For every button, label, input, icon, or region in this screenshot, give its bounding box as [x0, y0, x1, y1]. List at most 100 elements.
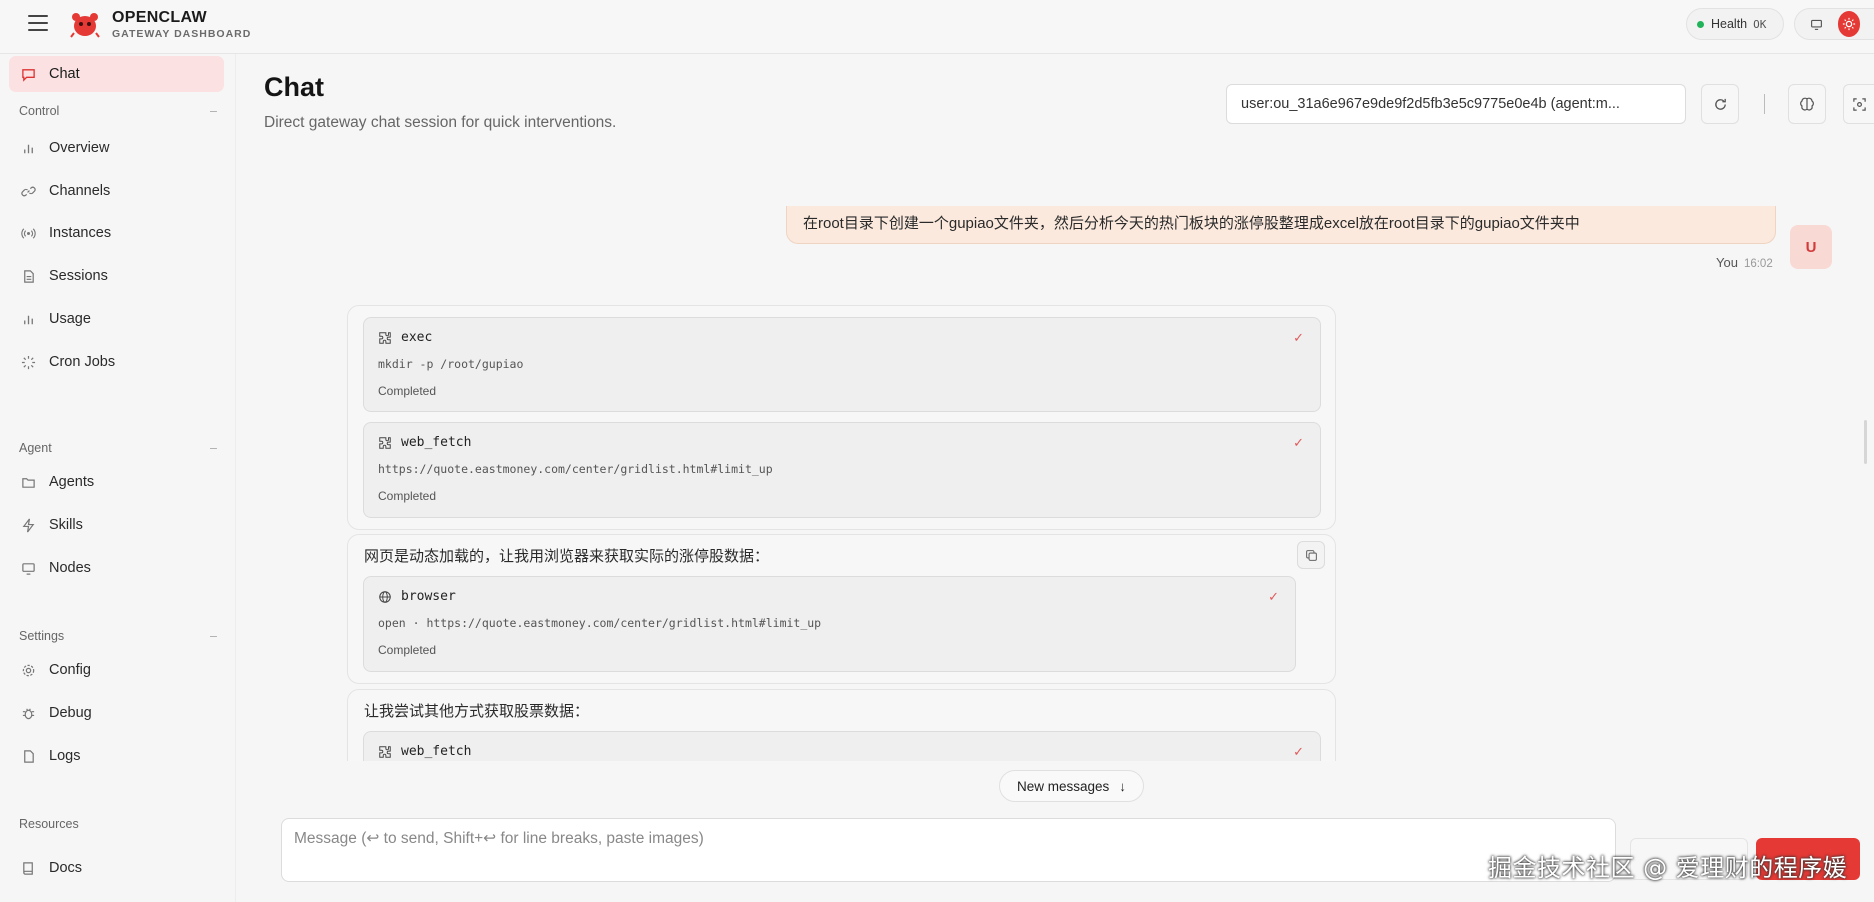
health-status-dot	[1697, 20, 1704, 28]
collapse-icon[interactable]: –	[210, 104, 217, 118]
section-heading: Settings	[19, 629, 65, 643]
sidebar-item-config[interactable]: Config	[9, 652, 224, 688]
brand-subtitle: GATEWAY DASHBOARD	[112, 28, 252, 40]
tool-call-header: web_fetch	[378, 435, 471, 450]
bug-icon	[20, 705, 36, 721]
thinking-toggle-button[interactable]	[1788, 84, 1826, 124]
moon-icon[interactable]	[1870, 11, 1874, 37]
sidebar-item-cron-jobs[interactable]: Cron Jobs	[9, 344, 224, 380]
tool-call-card[interactable]: browser ✓ open · https://quote.eastmoney…	[363, 576, 1296, 672]
tool-detail: mkdir -p /root/gupiao	[378, 357, 524, 371]
user-message-bubble: 在root目录下创建一个gupiao文件夹，然后分析今天的热门板块的涨停股整理成…	[786, 206, 1776, 244]
sidebar-item-nodes[interactable]: Nodes	[9, 550, 224, 586]
bar-chart-icon	[20, 311, 36, 327]
tool-status: Completed	[378, 643, 437, 657]
sidebar-item-docs[interactable]: Docs	[9, 850, 224, 886]
sun-icon[interactable]	[1837, 11, 1861, 37]
sidebar-item-label: Overview	[49, 140, 110, 156]
tool-call-card[interactable]: web_fetch ✓	[363, 731, 1321, 761]
folder-icon	[20, 474, 36, 490]
sidebar-item-debug[interactable]: Debug	[9, 695, 224, 731]
sidebar-item-label: Agents	[49, 474, 95, 490]
tool-status: Completed	[378, 384, 437, 398]
watermark: 掘金技术社区 @ 爱理财的程序媛	[1488, 854, 1848, 882]
new-messages-button[interactable]: New messages ↓	[999, 770, 1144, 802]
collapse-icon[interactable]: –	[210, 441, 217, 455]
chat-thread[interactable]: 在root目录下创建一个gupiao文件夹，然后分析今天的热门板块的涨停股整理成…	[236, 200, 1874, 761]
tool-call-card[interactable]: web_fetch ✓ https://quote.eastmoney.com/…	[363, 422, 1321, 518]
sidebar-item-label: Usage	[49, 311, 91, 327]
sidebar-item-label: Sessions	[49, 268, 108, 284]
sidebar-item-sessions[interactable]: Sessions	[9, 258, 224, 294]
sidebar-item-label: Debug	[49, 705, 92, 721]
monitor-icon[interactable]	[1805, 11, 1828, 37]
brain-icon	[1800, 97, 1814, 111]
puzzle-icon	[378, 745, 392, 759]
sidebar-item-channels[interactable]: Channels	[9, 173, 224, 209]
check-icon: ✓	[1293, 744, 1304, 759]
check-icon: ✓	[1268, 589, 1279, 604]
copy-icon	[1305, 549, 1317, 561]
chat-bubble-icon	[20, 66, 36, 82]
arrow-down-icon: ↓	[1119, 778, 1127, 794]
page-title: Chat	[264, 72, 324, 102]
sidebar-item-label: Skills	[49, 517, 83, 533]
section-heading: Control	[19, 104, 60, 118]
loader-icon	[20, 354, 36, 370]
tool-call-card[interactable]: exec ✓ mkdir -p /root/gupiao Completed	[363, 317, 1321, 412]
section-control: Control –	[19, 104, 217, 118]
sidebar-item-agents[interactable]: Agents	[9, 464, 224, 500]
health-label: Health	[1711, 17, 1748, 31]
user-message-meta: You 16:02	[1716, 255, 1773, 270]
radio-icon	[20, 225, 36, 241]
menu-icon[interactable]	[28, 15, 48, 31]
check-icon: ✓	[1293, 435, 1304, 450]
tool-name: browser	[401, 589, 456, 604]
section-heading: Agent	[19, 441, 52, 455]
sidebar-item-usage[interactable]: Usage	[9, 301, 224, 337]
sidebar-item-label: Nodes	[49, 560, 91, 576]
file-icon	[20, 748, 36, 764]
sidebar-item-instances[interactable]: Instances	[9, 215, 224, 251]
assistant-message-text: 让我尝试其他方式获取股票数据：	[364, 703, 590, 720]
focus-mode-button[interactable]	[1843, 84, 1874, 124]
session-select[interactable]: user:ou_31a6e967e9de9f2d5fb3e5c9775e0e4b…	[1226, 84, 1686, 124]
scrollbar-thumb[interactable]	[1864, 420, 1867, 464]
sidebar-item-label: Logs	[49, 748, 81, 764]
sidebar-item-label: Docs	[49, 860, 83, 876]
globe-icon	[378, 590, 392, 604]
bar-chart-icon	[20, 140, 36, 156]
sender-name: You	[1716, 255, 1738, 270]
tool-name: web_fetch	[401, 435, 472, 450]
link-icon	[20, 183, 36, 199]
tool-status: Completed	[378, 489, 437, 503]
assistant-message-group: 网页是动态加载的，让我用浏览器来获取实际的涨停股数据： browser ✓ op…	[347, 534, 1336, 684]
book-icon	[20, 860, 36, 876]
collapse-icon[interactable]: –	[210, 629, 217, 643]
sidebar-item-label: Config	[49, 662, 91, 678]
refresh-icon	[1714, 98, 1726, 110]
sidebar-item-overview[interactable]: Overview	[9, 130, 224, 166]
section-settings: Settings –	[19, 629, 217, 643]
puzzle-icon	[378, 436, 392, 450]
sidebar-item-skills[interactable]: Skills	[9, 507, 224, 543]
sidebar-item-logs[interactable]: Logs	[9, 738, 224, 774]
assistant-message-text: 网页是动态加载的，让我用浏览器来获取实际的涨停股数据：	[364, 548, 770, 565]
theme-switcher	[1794, 8, 1874, 40]
sidebar-item-label: Chat	[49, 66, 80, 82]
sidebar-item-chat[interactable]: Chat	[9, 56, 224, 92]
message-input[interactable]: Message (↩ to send, Shift+↩ for line bre…	[281, 818, 1616, 882]
tool-detail: https://quote.eastmoney.com/center/gridl…	[378, 462, 773, 476]
sidebar-item-label: Channels	[49, 183, 111, 199]
tool-name: exec	[401, 330, 433, 345]
tool-name: web_fetch	[401, 744, 472, 759]
refresh-button[interactable]	[1701, 84, 1739, 124]
health-badge[interactable]: Health OK	[1686, 8, 1784, 40]
section-agent: Agent –	[19, 441, 217, 455]
health-status: OK	[1753, 17, 1767, 31]
puzzle-icon	[378, 331, 392, 345]
copy-button[interactable]	[1297, 541, 1325, 569]
assistant-message-group: 让我尝试其他方式获取股票数据： web_fetch ✓	[347, 689, 1336, 761]
monitor-icon	[20, 560, 36, 576]
sidebar-item-label: Instances	[49, 225, 112, 241]
